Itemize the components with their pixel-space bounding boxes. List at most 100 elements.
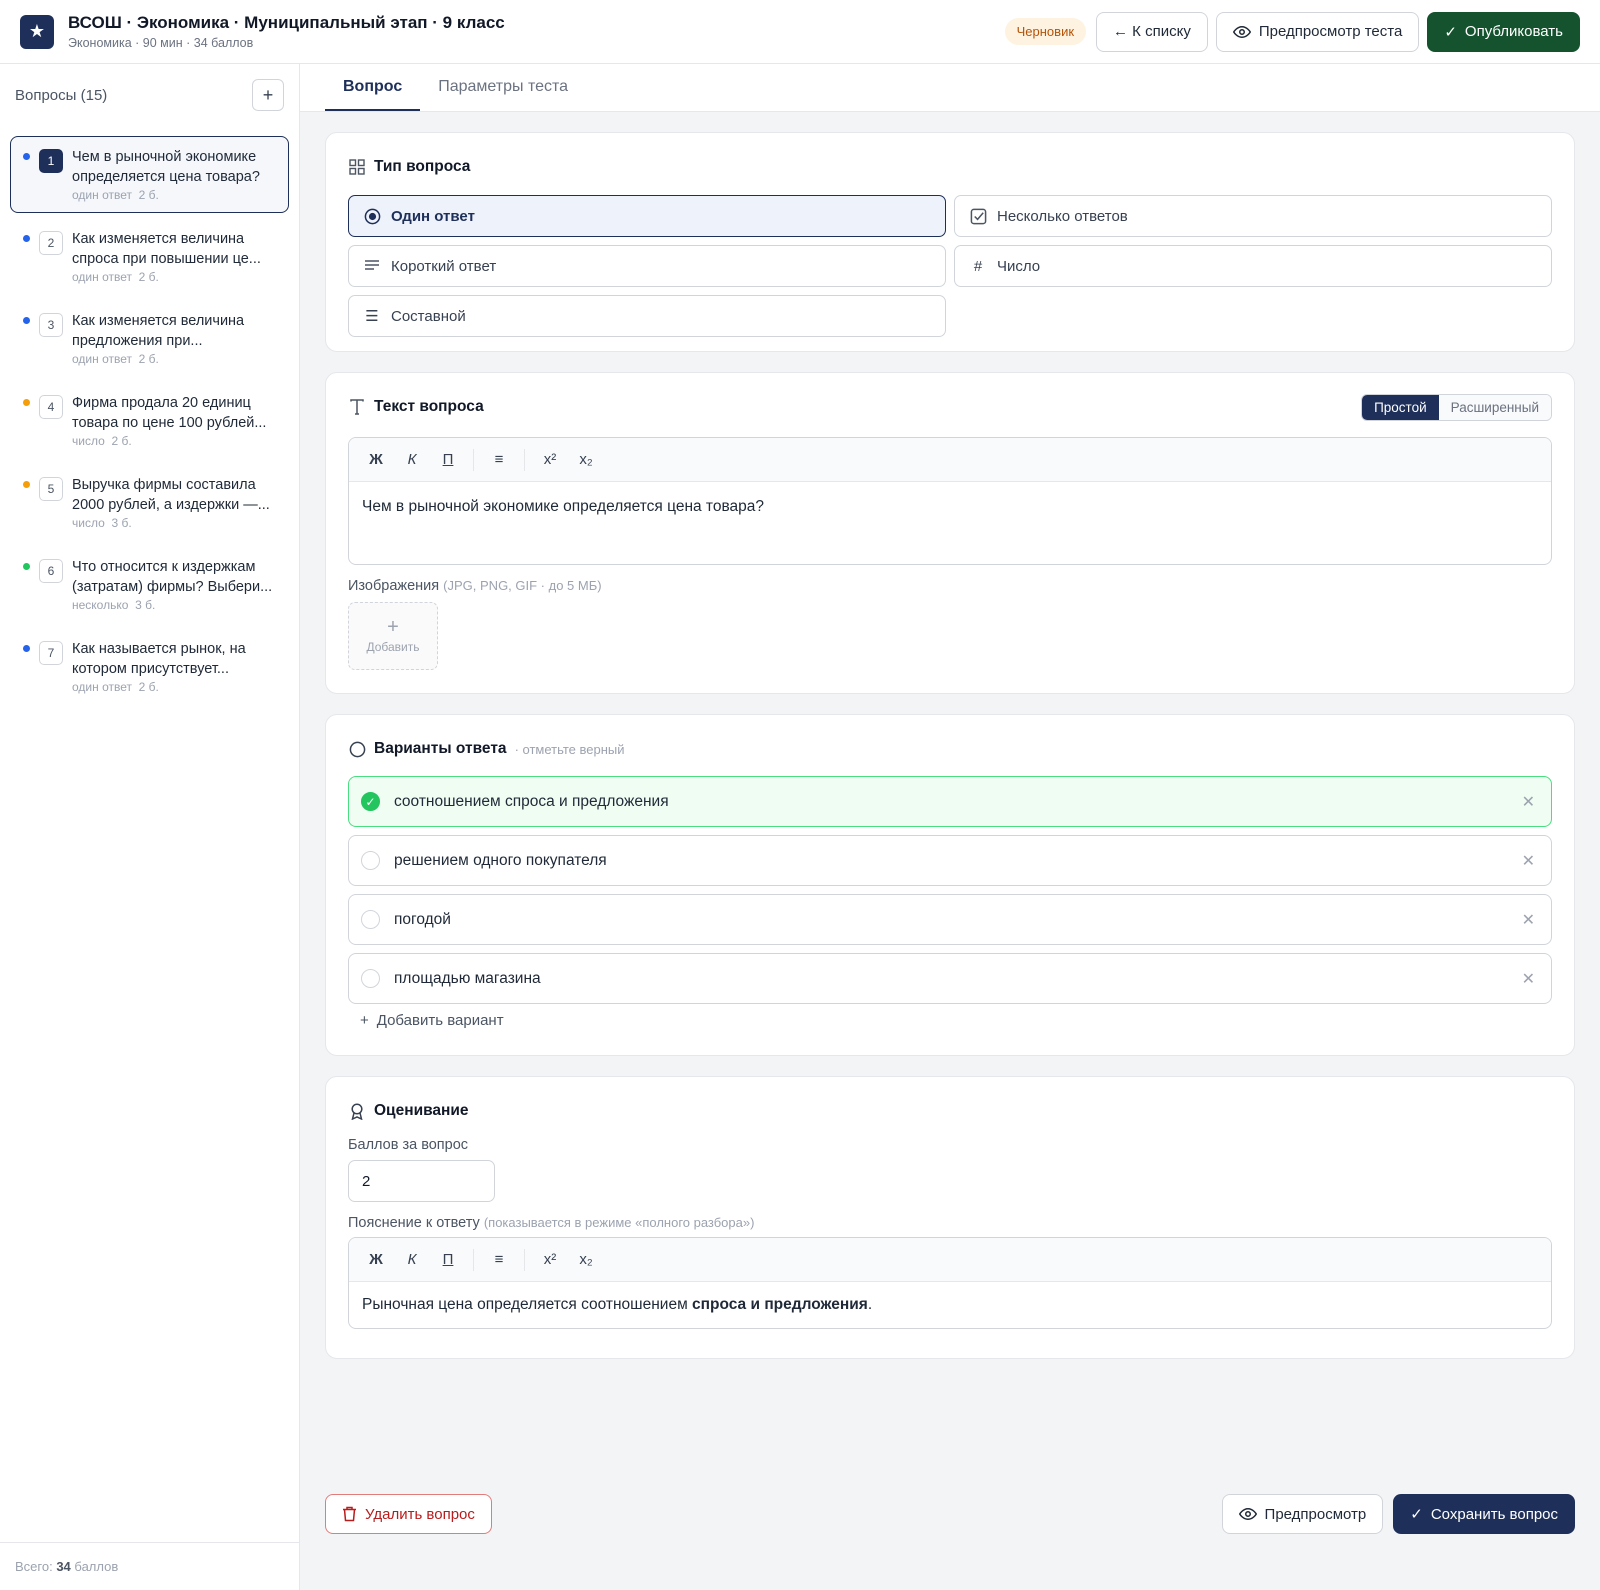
type-number[interactable]: # Число (954, 245, 1552, 287)
type-single-label: Один ответ (391, 207, 475, 225)
question-number: 1 (39, 149, 63, 173)
editor-mode-switch: Простой Расширенный (1361, 393, 1552, 421)
total-points: 34 (56, 1559, 71, 1574)
question-text-input[interactable]: Чем в рыночной экономике определяется це… (349, 482, 1551, 564)
tab-question[interactable]: Вопрос (325, 64, 421, 111)
images-label: Изображения (JPG, PNG, GIF · до 5 МБ) (348, 578, 1552, 594)
question-type: один ответ (72, 352, 132, 366)
superscript-button[interactable]: x² (533, 445, 567, 475)
question-summary: Что относится к издержкам (затратам) фир… (72, 557, 278, 612)
type-single-answer[interactable]: Один ответ (348, 195, 946, 237)
subscript-button[interactable]: x₂ (569, 445, 603, 475)
add-image-button[interactable]: + Добавить (348, 602, 438, 670)
question-summary: Как изменяется величина спроса при повыш… (72, 229, 278, 284)
question-points: 2 б. (111, 434, 132, 448)
remove-option-icon[interactable]: ✕ (1522, 969, 1539, 989)
answer-option[interactable]: площадью магазина ✕ (348, 953, 1552, 1004)
sidebar-question-7[interactable]: 7 Как называется рынок, на котором присут… (10, 628, 289, 705)
type-multiple-answers[interactable]: Несколько ответов (954, 195, 1552, 237)
radio-button[interactable] (361, 969, 380, 988)
total-suffix: баллов (74, 1559, 119, 1574)
toolbar-divider (473, 448, 474, 471)
explanation-input[interactable]: Рыночная цена определяется соотношением … (349, 1282, 1551, 1328)
points-input[interactable]: 2 (348, 1160, 495, 1202)
preview-test-button[interactable]: Предпросмотр теста (1215, 11, 1420, 52)
bottom-actions: Удалить вопрос Предпросмотр ✓ Сохранить … (325, 1494, 1575, 1534)
check-icon: ✓ (1410, 1506, 1423, 1523)
question-text-heading: Текст вопроса (374, 398, 484, 415)
grading-heading: Оценивание (374, 1102, 469, 1119)
status-dot (23, 563, 30, 570)
images-label-text: Изображения (348, 578, 440, 594)
status-dot (23, 317, 30, 324)
checkbox-icon (969, 208, 987, 225)
delete-question-button[interactable]: Удалить вопрос (325, 1494, 492, 1534)
question-preview-text: Фирма продала 20 единиц товара по цене 1… (72, 395, 267, 431)
radio-button[interactable] (361, 851, 380, 870)
star-icon: ★ (20, 14, 54, 49)
questions-sidebar: Вопросы (15) + 1 Чем в рыночной экономике… (0, 64, 300, 1590)
question-text-card: Текст вопроса Простой Расширенный Ж К П … (325, 372, 1575, 694)
type-short-answer[interactable]: Короткий ответ (348, 245, 946, 287)
sidebar-question-3[interactable]: 3 Как изменяется величина предложения при… (10, 300, 289, 377)
toolbar-divider (524, 1248, 525, 1271)
explanation-label-text: Пояснение к ответу (348, 1215, 480, 1231)
back-to-list-button[interactable]: ← К списку (1096, 11, 1208, 52)
italic-button[interactable]: К (395, 1245, 429, 1275)
question-number: 6 (39, 559, 63, 583)
sidebar-question-2[interactable]: 2 Как изменяется величина спроса при повы… (10, 218, 289, 295)
sidebar-question-4[interactable]: 4 Фирма продала 20 единиц товара по цене … (10, 382, 289, 459)
answer-option-text[interactable]: площадью магазина (394, 970, 541, 988)
bold-button[interactable]: Ж (359, 445, 393, 475)
question-number: 5 (39, 477, 63, 501)
list-button[interactable]: ≡ (482, 445, 516, 475)
question-meta: один ответ 2 б. (72, 188, 278, 202)
add-option-button[interactable]: + Добавить вариант (348, 1012, 1552, 1029)
superscript-button[interactable]: x² (533, 1245, 567, 1275)
italic-button[interactable]: К (395, 445, 429, 475)
answer-option[interactable]: ✓ соотношением спроса и предложения ✕ (348, 776, 1552, 827)
trash-icon (343, 1506, 356, 1522)
editor-toolbar: Ж К П ≡ x² x₂ (349, 438, 1551, 482)
answer-option-text[interactable]: погодой (394, 911, 451, 929)
answer-option-text[interactable]: соотношением спроса и предложения (394, 793, 669, 811)
list-button[interactable]: ≡ (482, 1245, 516, 1275)
answer-option[interactable]: погодой ✕ (348, 894, 1552, 945)
add-image-label: Добавить (366, 640, 420, 654)
sidebar-question-1[interactable]: 1 Чем в рыночной экономике определяется ц… (10, 136, 289, 213)
remove-option-icon[interactable]: ✕ (1522, 851, 1539, 871)
radio-button[interactable] (361, 910, 380, 929)
question-summary: Как изменяется величина предложения при.… (72, 311, 278, 366)
type-compound[interactable]: ☰ Составной (348, 295, 946, 337)
question-summary: Выручка фирмы составила 2000 рублей, а и… (72, 475, 278, 530)
sidebar-question-6[interactable]: 6 Что относится к издержкам (затратам) фи… (10, 546, 289, 623)
mode-simple[interactable]: Простой (1362, 394, 1439, 420)
bold-button[interactable]: Ж (359, 1245, 393, 1275)
radio-target-icon (363, 208, 381, 225)
question-type: несколько (72, 598, 129, 612)
save-question-label: Сохранить вопрос (1430, 1505, 1558, 1523)
answer-options-card: Варианты ответа · отметьте верный ✓ соотн… (325, 714, 1575, 1056)
answer-option[interactable]: решением одного покупателя ✕ (348, 835, 1552, 886)
save-question-button[interactable]: ✓ Сохранить вопрос (1393, 1494, 1575, 1534)
remove-option-icon[interactable]: ✕ (1522, 792, 1539, 812)
correct-check-icon[interactable]: ✓ (361, 792, 380, 811)
question-type: один ответ (72, 270, 132, 284)
add-question-button[interactable]: + (252, 79, 284, 111)
underline-button[interactable]: П (431, 445, 465, 475)
toolbar-divider (473, 1248, 474, 1271)
question-type-card: Тип вопроса Один ответ Несколько ответов… (325, 132, 1575, 352)
underline-button[interactable]: П (431, 1245, 465, 1275)
preview-label: Предпросмотр (1264, 1505, 1367, 1523)
mode-extended[interactable]: Расширенный (1438, 394, 1551, 420)
answer-list: ✓ соотношением спроса и предложения ✕ решен… (348, 776, 1552, 1004)
question-meta: несколько 3 б. (72, 598, 278, 612)
answer-option-text[interactable]: решением одного покупателя (394, 852, 607, 870)
tab-test-params[interactable]: Параметры теста (420, 64, 586, 111)
publish-button[interactable]: ✓ Опубликовать (1427, 11, 1580, 52)
sidebar-question-5[interactable]: 5 Выручка фирмы составила 2000 рублей, а … (10, 464, 289, 541)
explanation-end: . (867, 1296, 873, 1313)
subscript-button[interactable]: x₂ (569, 1245, 603, 1275)
remove-option-icon[interactable]: ✕ (1522, 910, 1539, 930)
preview-button[interactable]: Предпросмотр (1221, 1494, 1384, 1534)
